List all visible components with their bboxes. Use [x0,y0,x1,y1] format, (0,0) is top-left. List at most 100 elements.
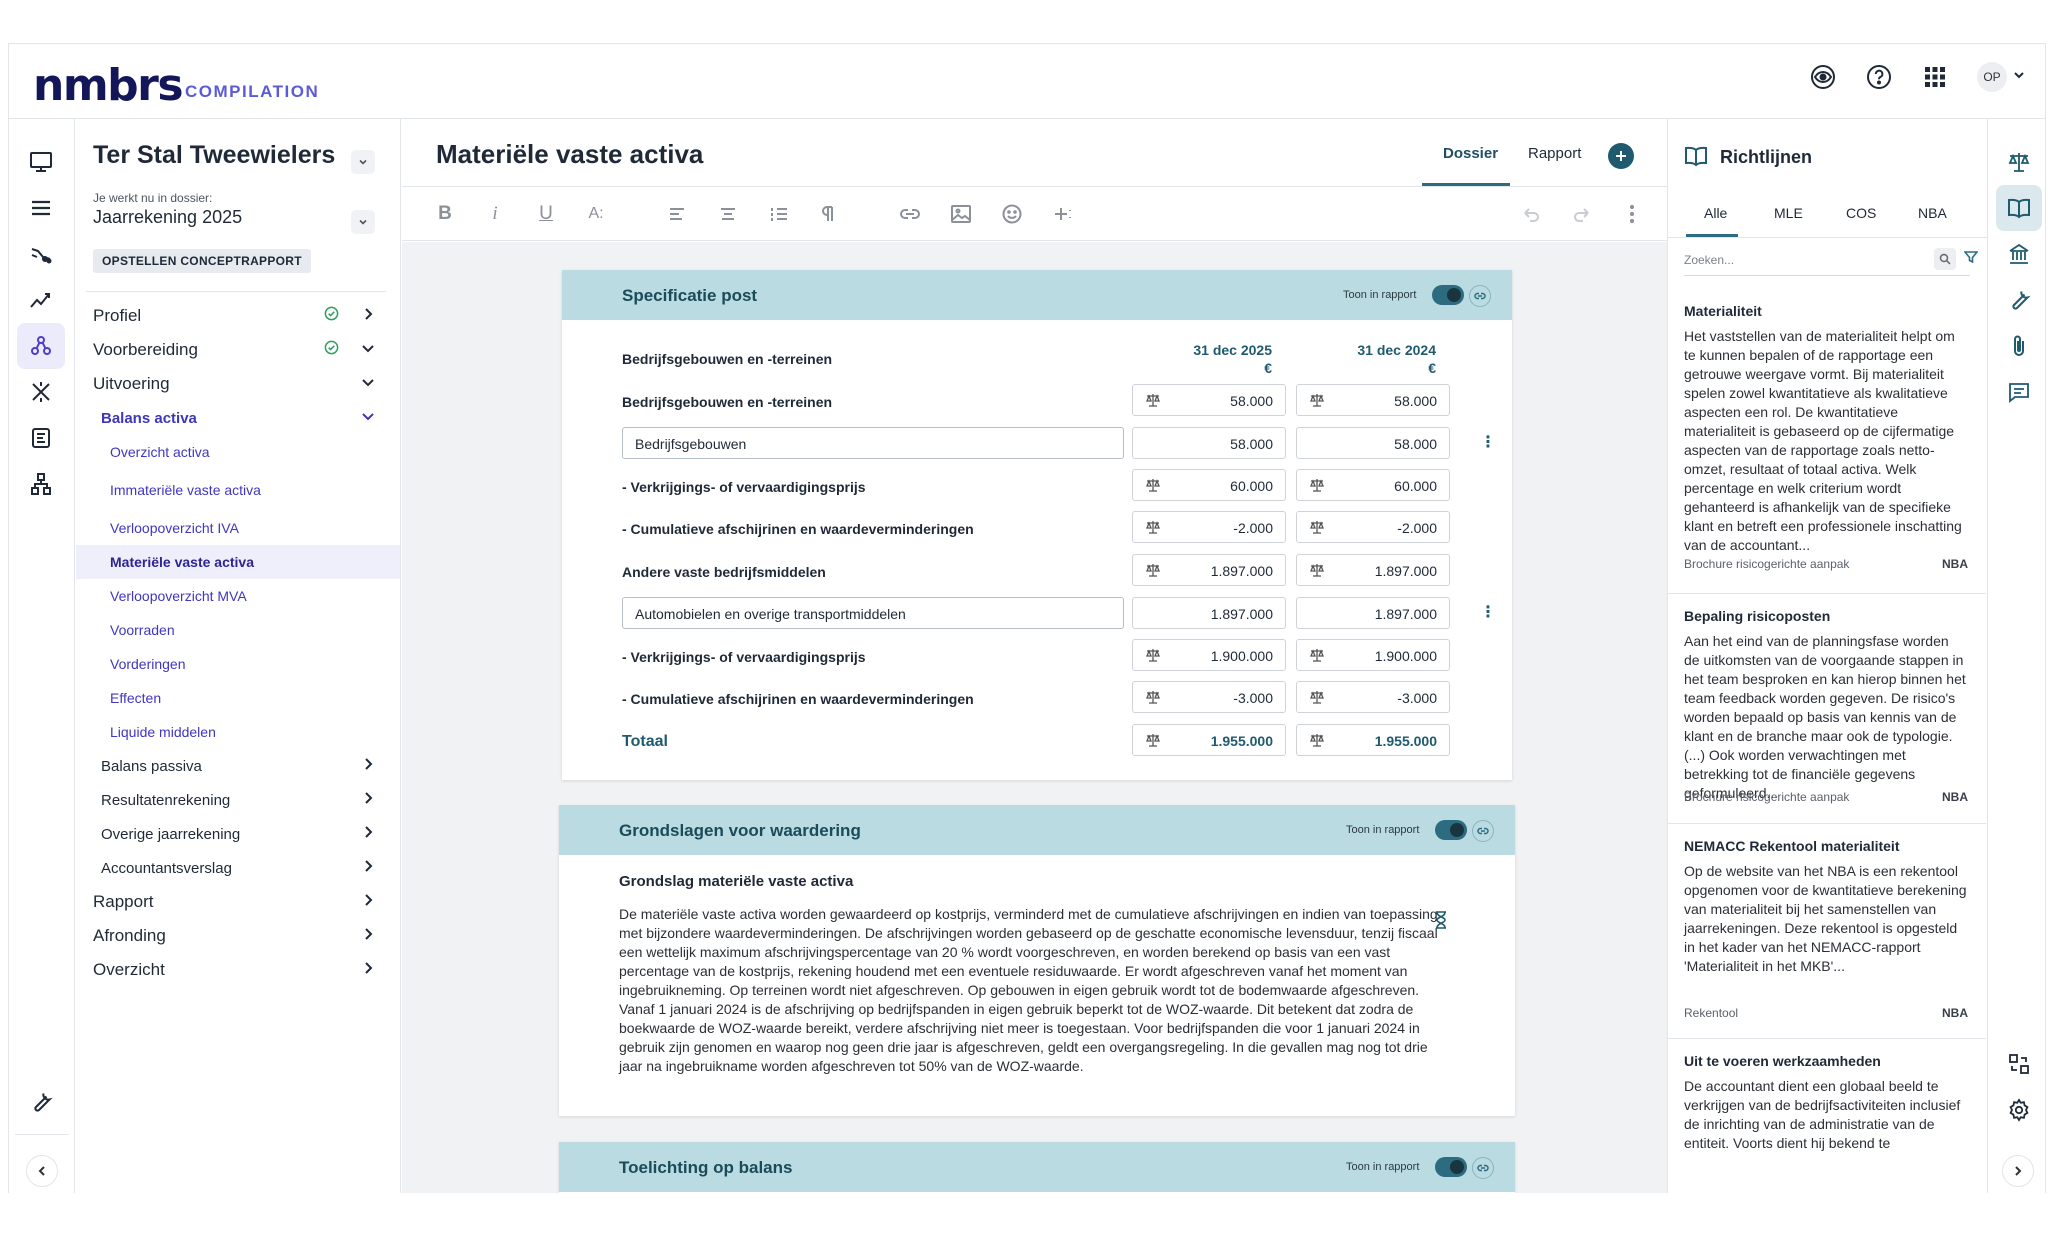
transactions-icon[interactable] [17,231,65,277]
collapse-left-button[interactable] [26,1155,58,1187]
compare-icon[interactable] [1996,1041,2042,1087]
value-2025-field[interactable]: -3.000 [1132,681,1286,713]
nav-item-balans-passiva[interactable]: Balans passiva [76,749,400,783]
value-2024-field[interactable]: 1.897.000 [1296,597,1450,629]
toon-in-rapport-toggle[interactable] [1432,285,1464,305]
paperclip-icon[interactable] [1996,323,2042,369]
bank-icon[interactable] [1996,231,2042,277]
link-icon[interactable] [1472,820,1494,842]
value-2025-field[interactable]: 1.897.000 [1132,554,1286,586]
value-2024-field[interactable]: 1.900.000 [1296,639,1450,671]
value-2024-field[interactable]: -2.000 [1296,511,1450,543]
add-button[interactable] [1608,143,1634,169]
nav-item-effecten[interactable]: Effecten [76,681,400,715]
numbered-list-icon[interactable] [766,201,792,227]
nav-item-accountantsverslag[interactable]: Accountantsverslag [76,851,400,885]
value-2024-field[interactable]: 58.000 [1296,384,1450,416]
tab-rapport[interactable]: Rapport [1528,145,1581,162]
nav-item-afronding[interactable]: Afronding [76,919,400,953]
redo-icon[interactable] [1569,201,1595,227]
analytics-icon[interactable] [17,277,65,323]
wrench-icon[interactable] [17,1079,65,1125]
search-icon[interactable] [1934,248,1956,270]
filter-icon[interactable] [1963,250,1979,269]
link-icon[interactable] [897,201,923,227]
row-menu-icon[interactable]: ⋮ [1480,434,1496,452]
open-book-icon[interactable] [1996,185,2042,231]
description-input[interactable]: Bedrijfsgebouwen [622,427,1124,459]
filter-tab-nba[interactable]: NBA [1918,205,1947,221]
guideline-card[interactable]: NEMACC Rekentool materialiteit Op de web… [1668,824,1986,1039]
nav-item-verloopoverzicht-mva[interactable]: Verloopoverzicht MVA [76,579,400,613]
client-selector-button[interactable] [351,150,375,174]
value-2025-field[interactable]: 60.000 [1132,469,1286,501]
workflow-icon[interactable] [17,323,65,369]
nav-item-overzicht[interactable]: Overzicht [76,953,400,987]
nav-item-overige-jaarrekening[interactable]: Overige jaarrekening [76,817,400,851]
bold-button[interactable]: B [432,201,458,227]
description-input[interactable]: Automobielen en overige transportmiddele… [622,597,1124,629]
value-2024-field[interactable]: 1.897.000 [1296,554,1450,586]
nav-item-rapport[interactable]: Rapport [76,885,400,919]
user-menu[interactable]: OP [1977,62,2025,92]
insert-more-icon[interactable] [1050,201,1076,227]
image-icon[interactable] [948,201,974,227]
collapse-right-button[interactable] [2002,1155,2034,1187]
value-2025-field[interactable]: 58.000 [1132,427,1286,459]
total-2025-field[interactable]: 1.955.000 [1132,724,1286,756]
link-icon[interactable] [1469,285,1491,307]
toon-in-rapport-toggle[interactable] [1435,1157,1467,1177]
nav-item-vorderingen[interactable]: Vorderingen [76,647,400,681]
value-2025-field[interactable]: 1.897.000 [1132,597,1286,629]
settings-icon[interactable] [1996,1087,2042,1133]
nav-item-resultatenrekening[interactable]: Resultatenrekening [76,783,400,817]
nav-item-verloopoverzicht-iva[interactable]: Verloopoverzicht IVA [76,511,400,545]
value-2024-field[interactable]: 58.000 [1296,427,1450,459]
comment-icon[interactable] [1996,369,2042,415]
menu-icon[interactable] [17,185,65,231]
value-2025-field[interactable]: 1.900.000 [1132,639,1286,671]
emoji-icon[interactable] [999,201,1025,227]
undo-icon[interactable] [1518,201,1544,227]
nav-item-profiel[interactable]: Profiel [76,299,400,333]
grondslag-text[interactable]: De materiële vaste activa worden gewaard… [619,905,1439,1076]
guideline-card[interactable]: Bepaling risicoposten Aan het eind van d… [1668,594,1986,824]
monitor-icon[interactable] [17,139,65,185]
brand-logo[interactable]: nmbrs [33,60,184,111]
total-2024-field[interactable]: 1.955.000 [1296,724,1450,756]
text-size-button[interactable]: A: [583,201,609,227]
align-left-icon[interactable] [664,201,690,227]
hourglass-icon[interactable] [1434,911,1448,934]
italic-button[interactable]: i [482,201,508,227]
nav-item-voorbereiding[interactable]: Voorbereiding [76,333,400,367]
ledger-icon[interactable] [17,415,65,461]
filter-tab-mle[interactable]: MLE [1774,205,1803,221]
wrench-icon[interactable] [1996,277,2042,323]
org-chart-icon[interactable] [17,461,65,507]
filter-tab-alle[interactable]: Alle [1704,205,1727,221]
paragraph-icon[interactable] [816,201,842,227]
link-icon[interactable] [1472,1157,1494,1179]
value-2025-field[interactable]: -2.000 [1132,511,1286,543]
scale-icon[interactable] [1996,139,2042,185]
value-2024-field[interactable]: 60.000 [1296,469,1450,501]
eye-icon[interactable] [1809,63,1837,91]
toon-in-rapport-toggle[interactable] [1435,820,1467,840]
nav-item-materiele-vaste-activa[interactable]: Materiële vaste activa [76,545,400,579]
filter-tab-cos[interactable]: COS [1846,205,1876,221]
guideline-card[interactable]: Uit te voeren werkzaamheden De accountan… [1668,1039,1986,1193]
help-icon[interactable] [1865,63,1893,91]
tools-cross-icon[interactable] [17,369,65,415]
value-2025-field[interactable]: 58.000 [1132,384,1286,416]
guideline-card[interactable]: Materialiteit Het vaststellen van de mat… [1668,289,1986,594]
nav-item-immateriele-vaste-activa[interactable]: Immateriële vaste activa [76,469,400,511]
search-input[interactable]: Zoeken... [1684,244,1979,276]
apps-grid-icon[interactable] [1921,63,1949,91]
underline-button[interactable]: U [533,201,559,227]
more-vertical-icon[interactable] [1619,201,1645,227]
nav-item-balans-activa[interactable]: Balans activa [76,401,400,435]
row-menu-icon[interactable]: ⋮ [1480,604,1496,622]
value-2024-field[interactable]: -3.000 [1296,681,1450,713]
nav-item-overzicht-activa[interactable]: Overzicht activa [76,435,400,469]
nav-item-uitvoering[interactable]: Uitvoering [76,367,400,401]
